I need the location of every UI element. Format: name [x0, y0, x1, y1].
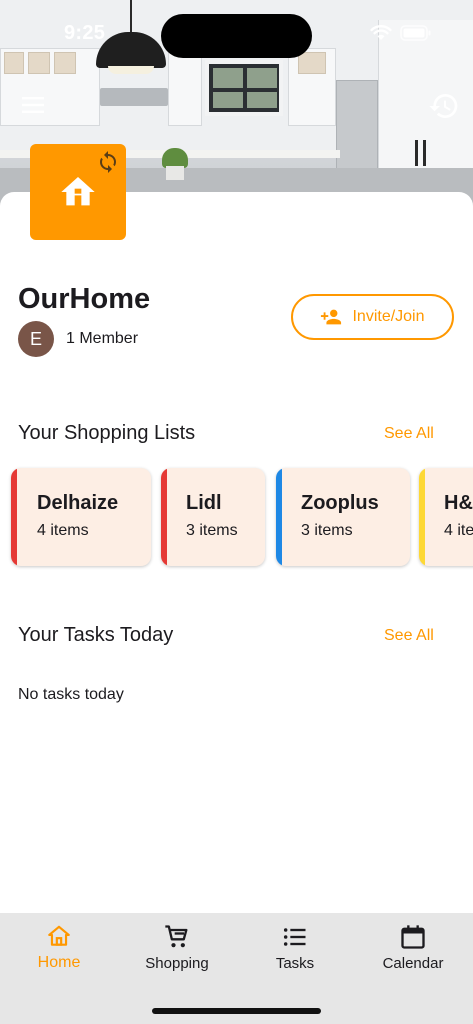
list-name: H&M	[444, 492, 473, 514]
house-icon	[61, 177, 95, 206]
tasks-see-all-link[interactable]: See All	[384, 627, 434, 645]
list-item-count: 4 items	[444, 522, 473, 539]
home-name: OurHome	[18, 283, 151, 315]
invite-join-button[interactable]: Invite/Join	[291, 294, 454, 340]
status-time: 9:25	[64, 22, 106, 44]
sync-icon[interactable]	[96, 150, 120, 174]
home-icon	[48, 925, 70, 946]
menu-button[interactable]	[20, 92, 48, 118]
shopping-lists-carousel[interactable]: Delhaize 4 items Lidl 3 items Zooplus 3 …	[0, 466, 473, 570]
tasks-section-title: Your Tasks Today	[18, 624, 174, 646]
home-indicator	[152, 1008, 321, 1014]
list-color-stripe	[276, 468, 282, 566]
shopping-list-card[interactable]: Lidl 3 items	[161, 468, 265, 566]
cart-icon	[165, 925, 188, 948]
dynamic-island	[161, 14, 312, 58]
nav-calendar-label: Calendar	[382, 955, 444, 972]
nav-home-label: Home	[37, 954, 81, 971]
member-avatar[interactable]: E	[18, 321, 54, 357]
shopping-list-card[interactable]: Delhaize 4 items	[11, 468, 151, 566]
list-name: Zooplus	[301, 492, 379, 514]
list-color-stripe	[419, 468, 425, 566]
list-name: Delhaize	[37, 492, 119, 514]
nav-calendar[interactable]: Calendar	[354, 913, 472, 987]
nav-shopping[interactable]: Shopping	[118, 913, 236, 987]
nav-home[interactable]: Home	[0, 913, 118, 987]
history-button[interactable]	[428, 90, 460, 122]
list-item-count: 4 items	[37, 522, 89, 539]
nav-tasks[interactable]: Tasks	[236, 913, 354, 987]
nav-tasks-label: Tasks	[275, 955, 315, 972]
member-count: 1 Member	[66, 330, 139, 347]
no-tasks-message: No tasks today	[18, 686, 124, 703]
wifi-icon	[370, 25, 392, 40]
list-name: Lidl	[186, 492, 222, 514]
history-icon	[429, 94, 458, 118]
shopping-list-card[interactable]: Zooplus 3 items	[276, 468, 410, 566]
shopping-list-card[interactable]: H&M 4 items	[419, 468, 473, 566]
list-color-stripe	[161, 468, 167, 566]
person-add-icon	[321, 309, 342, 325]
invite-join-label: Invite/Join	[352, 308, 425, 325]
calendar-icon	[401, 925, 425, 949]
nav-shopping-label: Shopping	[145, 955, 209, 972]
list-color-stripe	[11, 468, 17, 566]
list-item-count: 3 items	[301, 522, 353, 539]
menu-icon	[22, 97, 44, 113]
battery-icon	[400, 25, 431, 41]
list-icon	[283, 928, 306, 946]
list-item-count: 3 items	[186, 522, 238, 539]
shopping-see-all-link[interactable]: See All	[384, 425, 434, 443]
status-icons	[370, 24, 432, 42]
shopping-section-title: Your Shopping Lists	[18, 422, 196, 444]
home-avatar[interactable]	[30, 144, 126, 240]
